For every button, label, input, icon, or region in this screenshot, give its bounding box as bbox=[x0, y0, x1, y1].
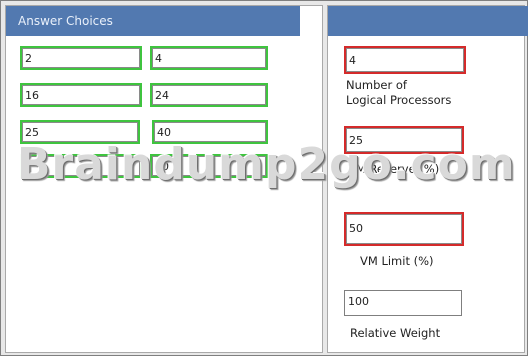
vm-limit-label: VM Limit (%) bbox=[360, 254, 434, 268]
logical-processors-label-2: Logical Processors bbox=[346, 93, 452, 107]
choice-box-10[interactable]: 10 bbox=[150, 154, 268, 178]
choice-box-25[interactable]: 25 bbox=[20, 120, 140, 144]
logical-processors-slot[interactable]: 4 bbox=[344, 46, 466, 74]
relative-weight-label: Relative Weight bbox=[350, 326, 441, 340]
logical-processors-label-1: Number of bbox=[346, 78, 407, 92]
choice-box-40[interactable]: 40 bbox=[152, 120, 268, 144]
choice-box-4[interactable]: 4 bbox=[150, 46, 268, 70]
answer-choices-panel: Answer Choices 2 4 16 24 25 40 10 bbox=[5, 5, 323, 353]
vm-reserve-label: VM Reserve (%) bbox=[348, 162, 440, 176]
answer-choices-header: Answer Choices bbox=[6, 6, 300, 36]
vm-limit-slot[interactable]: 50 bbox=[344, 212, 464, 246]
choice-box-16[interactable]: 16 bbox=[20, 83, 142, 107]
vm-reserve-slot[interactable]: 25 bbox=[344, 126, 464, 154]
choice-box-24[interactable]: 24 bbox=[150, 83, 268, 107]
choice-box-hidden[interactable] bbox=[20, 154, 142, 178]
choice-box-2[interactable]: 2 bbox=[20, 46, 142, 70]
relative-weight-field: 100 bbox=[344, 290, 462, 316]
settings-header bbox=[328, 6, 528, 36]
settings-panel: 4 Number of Logical Processors 25 VM Res… bbox=[327, 5, 528, 353]
dialog-frame: Answer Choices 2 4 16 24 25 40 10 4 Numb… bbox=[0, 0, 528, 356]
